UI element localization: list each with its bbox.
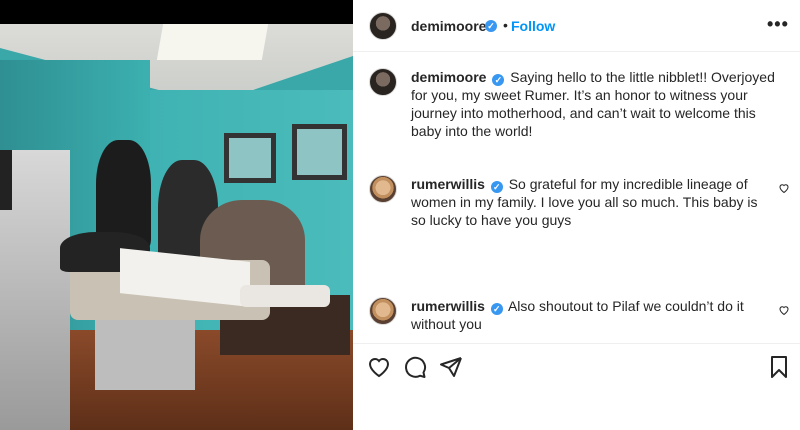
post-header: demimoore ✓ • Follow •••: [353, 0, 800, 52]
action-bar: [353, 343, 800, 389]
ultrasound-screen: [0, 150, 12, 210]
heart-icon[interactable]: [367, 355, 391, 379]
commenter-avatar[interactable]: [369, 297, 397, 325]
commenter-avatar[interactable]: [369, 175, 397, 203]
author-avatar[interactable]: [369, 12, 397, 40]
post-panel: demimoore ✓ • Follow ••• demimoore ✓ Say…: [353, 0, 800, 430]
post-photo[interactable]: [0, 0, 353, 430]
ceiling-light: [156, 24, 269, 60]
heart-icon[interactable]: [778, 182, 790, 194]
wall-mirror: [292, 124, 347, 180]
paper-plane-icon[interactable]: [439, 355, 463, 379]
comment: rumerwillis ✓ So grateful for my incredi…: [411, 175, 769, 229]
verified-badge-icon: ✓: [490, 303, 503, 315]
separator-dot: •: [503, 17, 508, 33]
verified-badge-icon: ✓: [485, 20, 497, 32]
verified-badge-icon: ✓: [490, 181, 503, 193]
author-username[interactable]: demimoore: [411, 18, 486, 34]
wall-mirror: [224, 133, 276, 183]
bookmark-icon[interactable]: [767, 355, 791, 379]
photo-top-band: [0, 0, 353, 24]
caption-avatar[interactable]: [369, 68, 397, 96]
verified-badge-icon: ✓: [492, 74, 505, 86]
comment-icon[interactable]: [403, 355, 427, 379]
comment-username[interactable]: rumerwillis: [411, 298, 485, 314]
legs: [240, 285, 330, 307]
caption: demimoore ✓ Saying hello to the little n…: [411, 68, 781, 140]
follow-button[interactable]: Follow: [511, 18, 555, 34]
exam-bed-base: [95, 320, 195, 390]
caption-username[interactable]: demimoore: [411, 69, 486, 85]
comment: rumerwillis ✓ Also shoutout to Pilaf we …: [411, 297, 769, 333]
heart-icon[interactable]: [778, 304, 790, 316]
more-options-icon[interactable]: •••: [767, 14, 789, 35]
comment-username[interactable]: rumerwillis: [411, 176, 485, 192]
